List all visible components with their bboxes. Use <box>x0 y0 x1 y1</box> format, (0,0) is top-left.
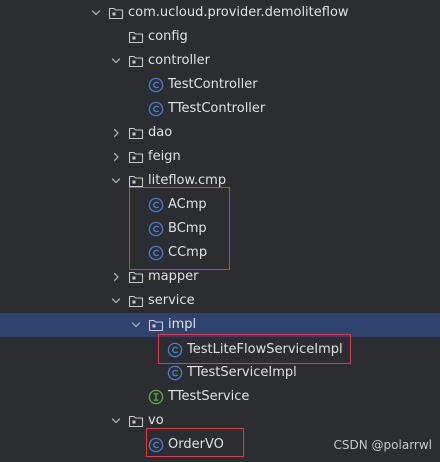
tree-item-ttest-controller[interactable]: TTestController <box>0 97 440 121</box>
tree-item-label: feign <box>148 149 181 164</box>
package-folder-icon <box>148 317 164 333</box>
chevron-right-icon[interactable] <box>111 272 121 282</box>
tree-item-label: TTestServiceImpl <box>187 365 297 380</box>
tree-item-label: vo <box>148 413 164 428</box>
chevron-down-icon[interactable] <box>91 8 101 18</box>
tree-item-label: BCmp <box>168 221 207 236</box>
tree-item-impl[interactable]: impl <box>0 313 440 337</box>
tree-item-bcmp[interactable]: BCmp <box>0 217 440 241</box>
class-icon <box>148 221 164 237</box>
tree-item-ccmp[interactable]: CCmp <box>0 241 440 265</box>
chevron-down-icon[interactable] <box>111 296 121 306</box>
tree-item-label: OrderVO <box>168 437 224 452</box>
package-folder-icon <box>128 269 144 285</box>
package-folder-icon <box>128 173 144 189</box>
chevron-right-icon[interactable] <box>111 152 121 162</box>
class-icon <box>148 101 164 117</box>
tree-item-label: CCmp <box>168 245 208 260</box>
package-folder-icon <box>128 149 144 165</box>
chevron-down-icon[interactable] <box>111 56 121 66</box>
tree-item-acmp[interactable]: ACmp <box>0 193 440 217</box>
tree-item-liteflow-cmp[interactable]: liteflow.cmp <box>0 169 440 193</box>
package-folder-icon <box>128 125 144 141</box>
chevron-down-icon[interactable] <box>111 416 121 426</box>
interface-icon <box>148 389 164 405</box>
tree-item-root-package[interactable]: com.ucloud.provider.demoliteflow <box>0 1 440 25</box>
package-folder-icon <box>128 29 144 45</box>
project-tree: com.ucloud.provider.demoliteflow config … <box>0 0 440 462</box>
package-folder-icon <box>128 413 144 429</box>
class-icon <box>148 437 164 453</box>
tree-item-dao[interactable]: dao <box>0 121 440 145</box>
tree-item-service[interactable]: service <box>0 289 440 313</box>
tree-item-label: controller <box>148 53 211 68</box>
tree-item-label: TestLiteFlowServiceImpl <box>187 342 343 357</box>
package-folder-icon <box>108 5 124 21</box>
watermark: CSDN @polarrwl <box>333 438 432 452</box>
tree-item-label: liteflow.cmp <box>148 173 227 188</box>
tree-item-label: com.ucloud.provider.demoliteflow <box>128 5 349 20</box>
class-icon <box>167 365 183 381</box>
class-icon <box>148 245 164 261</box>
tree-item-label: config <box>148 29 188 44</box>
tree-item-ttest-service[interactable]: TTestService <box>0 385 440 409</box>
tree-item-label: TTestService <box>168 389 250 404</box>
tree-item-label: TestController <box>168 77 258 92</box>
class-icon <box>148 77 164 93</box>
tree-item-ttest-service-impl[interactable]: TTestServiceImpl <box>0 361 440 385</box>
tree-item-test-liteflow-service-impl[interactable]: TestLiteFlowServiceImpl <box>0 338 440 362</box>
tree-item-test-controller[interactable]: TestController <box>0 73 440 97</box>
tree-item-label: impl <box>168 317 197 332</box>
class-icon <box>167 342 183 358</box>
chevron-down-icon[interactable] <box>131 320 141 330</box>
chevron-down-icon[interactable] <box>111 176 121 186</box>
tree-item-label: mapper <box>148 269 199 284</box>
tree-item-vo[interactable]: vo <box>0 409 440 433</box>
tree-item-config[interactable]: config <box>0 25 440 49</box>
tree-item-controller[interactable]: controller <box>0 49 440 73</box>
chevron-right-icon[interactable] <box>111 128 121 138</box>
class-icon <box>148 197 164 213</box>
tree-item-label: TTestController <box>168 101 266 116</box>
tree-item-feign[interactable]: feign <box>0 145 440 169</box>
tree-item-mapper[interactable]: mapper <box>0 265 440 289</box>
package-folder-icon <box>128 293 144 309</box>
tree-item-label: dao <box>148 125 173 140</box>
tree-item-label: ACmp <box>168 197 207 212</box>
package-folder-icon <box>128 53 144 69</box>
tree-item-label: service <box>148 293 195 308</box>
